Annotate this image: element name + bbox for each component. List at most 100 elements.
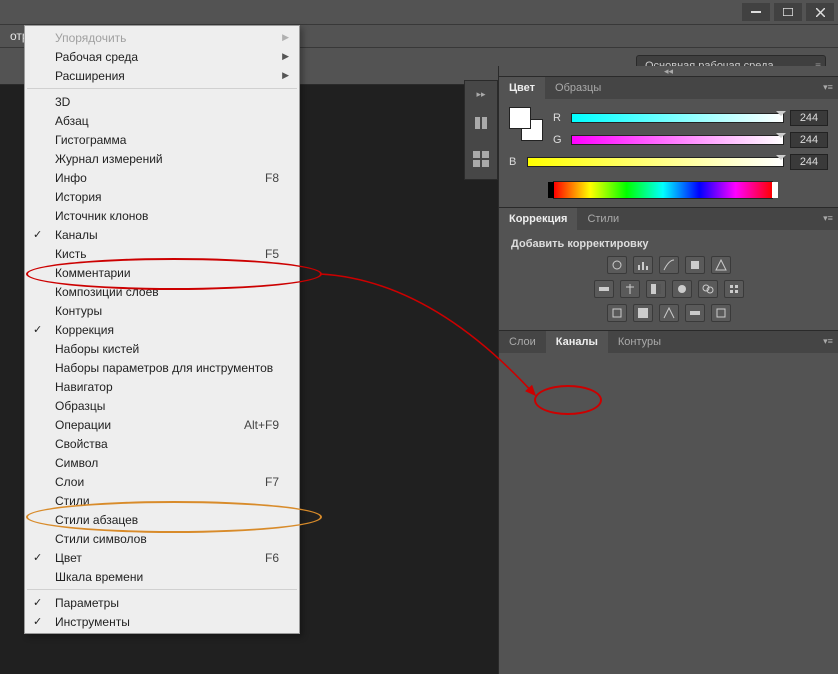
menu-entry-инфо[interactable]: ИнфоF8: [25, 168, 299, 187]
menu-entry-стили-символов[interactable]: Стили символов: [25, 529, 299, 548]
adj-threshold-icon[interactable]: [659, 304, 679, 322]
menu-entry-label: Цвет: [55, 551, 82, 565]
menu-entry-свойства[interactable]: Свойства: [25, 434, 299, 453]
menu-entry-упорядочить: Упорядочить▶: [25, 28, 299, 47]
minimize-button[interactable]: [742, 3, 770, 21]
tab-swatches[interactable]: Образцы: [545, 77, 611, 99]
color-spectrum-ramp[interactable]: [553, 181, 773, 199]
tab-color[interactable]: Цвет: [499, 77, 545, 99]
menu-entry-label: Шкала времени: [55, 570, 143, 584]
adj-brightness-icon[interactable]: [607, 256, 627, 274]
panel-flyout-menu-icon[interactable]: ▾≡: [820, 334, 836, 348]
menu-entry-label: Наборы параметров для инструментов: [55, 361, 273, 375]
adj-colorbalance-icon[interactable]: [620, 280, 640, 298]
menu-entry-образцы[interactable]: Образцы: [25, 396, 299, 415]
adj-gradientmap-icon[interactable]: [685, 304, 705, 322]
g-slider[interactable]: [571, 135, 784, 145]
menu-entry-комментарии[interactable]: Комментарии: [25, 263, 299, 282]
b-value-input[interactable]: 244: [790, 154, 828, 170]
adj-hue-icon[interactable]: [594, 280, 614, 298]
r-slider[interactable]: [571, 113, 784, 123]
menu-entry-label: Источник клонов: [55, 209, 148, 223]
menu-entry-label: Параметры: [55, 596, 119, 610]
adj-channelmixer-icon[interactable]: [698, 280, 718, 298]
menu-entry-операции[interactable]: ОперацииAlt+F9: [25, 415, 299, 434]
adj-levels-icon[interactable]: [633, 256, 653, 274]
menu-entry-наборы-параметров-для-инструментов[interactable]: Наборы параметров для инструментов: [25, 358, 299, 377]
menu-entry-инструменты[interactable]: Инструменты ✓: [25, 612, 299, 631]
menu-entry-источник-клонов[interactable]: Источник клонов: [25, 206, 299, 225]
tab-layers[interactable]: Слои: [499, 331, 546, 353]
adj-invert-icon[interactable]: [607, 304, 627, 322]
adj-bw-icon[interactable]: [646, 280, 666, 298]
menu-entry-кисть[interactable]: КистьF5: [25, 244, 299, 263]
panel-collapse-icon[interactable]: ◂◂: [499, 66, 838, 76]
menu-entry-журнал-измерений[interactable]: Журнал измерений: [25, 149, 299, 168]
menu-entry-каналы[interactable]: Каналы ✓: [25, 225, 299, 244]
channel-r-label: R: [553, 112, 565, 124]
channel-g-label: G: [553, 134, 565, 146]
menu-entry-композиции-слоев[interactable]: Композиции слоев: [25, 282, 299, 301]
foreground-color-swatch[interactable]: [509, 107, 531, 129]
menu-shortcut: F7: [265, 475, 279, 489]
channels-body: [499, 353, 838, 674]
menu-entry-контуры[interactable]: Контуры: [25, 301, 299, 320]
collapsed-panel-strip: ▸▸: [464, 80, 498, 180]
menu-entry-параметры[interactable]: Параметры✓: [25, 593, 299, 612]
menu-entry-стили[interactable]: Стили: [25, 491, 299, 510]
menu-entry-3d[interactable]: 3D: [25, 92, 299, 111]
adj-photofilter-icon[interactable]: [672, 280, 692, 298]
properties-panel-icon[interactable]: [469, 147, 493, 171]
menu-entry-label: Свойства: [55, 437, 108, 451]
tab-paths[interactable]: Контуры: [608, 331, 671, 353]
menu-entry-label: Навигатор: [55, 380, 113, 394]
menu-entry-label: Наборы кистей: [55, 342, 139, 356]
menu-entry-история[interactable]: История: [25, 187, 299, 206]
menu-entry-коррекция[interactable]: Коррекция✓: [25, 320, 299, 339]
menu-entry-label: Каналы: [55, 228, 98, 242]
r-value-input[interactable]: 244: [790, 110, 828, 126]
menu-entry-гистограмма[interactable]: Гистограмма: [25, 130, 299, 149]
fg-bg-swatches[interactable]: [509, 107, 543, 141]
menu-entry-символ[interactable]: Символ: [25, 453, 299, 472]
menu-entry-label: Стили: [55, 494, 90, 508]
menu-entry-label: Инструменты: [55, 615, 130, 629]
menu-entry-слои[interactable]: СлоиF7: [25, 472, 299, 491]
menu-entry-стили-абзацев[interactable]: Стили абзацев: [25, 510, 299, 529]
menu-entry-абзац[interactable]: Абзац: [25, 111, 299, 130]
maximize-button[interactable]: [774, 3, 802, 21]
adj-posterize-icon[interactable]: [633, 304, 653, 322]
close-button[interactable]: [806, 3, 834, 21]
adj-vibrance-icon[interactable]: [711, 256, 731, 274]
check-icon: ✓: [33, 615, 42, 628]
tab-adjustments[interactable]: Коррекция: [499, 208, 577, 230]
adj-colorlookup-icon[interactable]: [724, 280, 744, 298]
strip-collapse-icon[interactable]: ▸▸: [476, 89, 485, 99]
adj-selective-icon[interactable]: [711, 304, 731, 322]
check-icon: ✓: [33, 228, 42, 241]
menu-shortcut: F8: [265, 171, 279, 185]
panel-flyout-menu-icon[interactable]: ▾≡: [820, 80, 836, 94]
menu-shortcut: F5: [265, 247, 279, 261]
menu-entry-шкала-времени[interactable]: Шкала времени: [25, 567, 299, 586]
tab-styles[interactable]: Стили: [577, 208, 629, 230]
menu-entry-расширения[interactable]: Расширения▶: [25, 66, 299, 85]
history-panel-icon[interactable]: [469, 111, 493, 135]
g-value-input[interactable]: 244: [790, 132, 828, 148]
adjustments-panel: Коррекция Стили ▾≡ Добавить корректировк…: [499, 207, 838, 330]
b-slider[interactable]: [527, 157, 784, 167]
panel-flyout-menu-icon[interactable]: ▾≡: [820, 211, 836, 225]
check-icon: ✓: [33, 323, 42, 336]
menu-shortcut: Alt+F9: [244, 418, 279, 432]
submenu-arrow-icon: ▶: [282, 51, 289, 62]
menu-separator: [27, 589, 297, 590]
menu-entry-наборы-кистей[interactable]: Наборы кистей: [25, 339, 299, 358]
adj-exposure-icon[interactable]: [685, 256, 705, 274]
menu-entry-навигатор[interactable]: Навигатор: [25, 377, 299, 396]
menu-entry-рабочая-среда[interactable]: Рабочая среда▶: [25, 47, 299, 66]
menu-entry-label: История: [55, 190, 102, 204]
menu-entry-label: Образцы: [55, 399, 105, 413]
menu-entry-цвет[interactable]: Цвет✓F6: [25, 548, 299, 567]
adj-curves-icon[interactable]: [659, 256, 679, 274]
tab-channels[interactable]: Каналы: [546, 331, 608, 353]
